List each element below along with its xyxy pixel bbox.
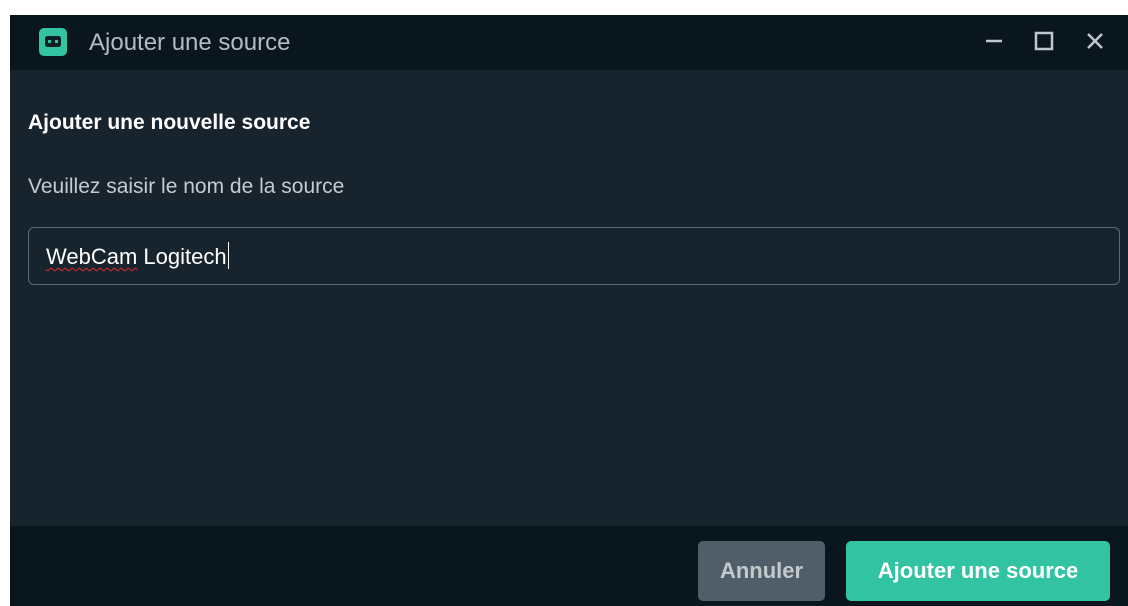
text-caret	[227, 242, 230, 269]
window-title: Ajouter une source	[89, 29, 291, 56]
close-button[interactable]	[1073, 21, 1117, 65]
add-source-window: Ajouter une source Ajouter une nouvelle …	[10, 15, 1128, 606]
app-icon	[39, 28, 67, 56]
maximize-button[interactable]	[1022, 21, 1066, 65]
dialog-heading: Ajouter une nouvelle source	[28, 111, 311, 134]
maximize-icon	[1033, 30, 1055, 57]
source-name-label: Veuillez saisir le nom de la source	[28, 175, 345, 198]
misspelled-word: WebCam	[46, 244, 138, 269]
source-name-input[interactable]: WebCam Logitech	[28, 227, 1120, 285]
dialog-content: Ajouter une nouvelle source Veuillez sai…	[10, 70, 1128, 526]
dialog-footer: Annuler Ajouter une source	[10, 526, 1128, 606]
source-name-value: WebCam Logitech	[46, 242, 230, 271]
title-bar[interactable]: Ajouter une source	[10, 15, 1128, 70]
cancel-button[interactable]: Annuler	[698, 541, 825, 601]
close-icon	[1084, 30, 1106, 57]
source-name-value-rest: Logitech	[137, 244, 227, 269]
add-source-button[interactable]: Ajouter une source	[846, 541, 1110, 601]
minimize-icon	[983, 30, 1005, 57]
minimize-button[interactable]	[972, 21, 1016, 65]
